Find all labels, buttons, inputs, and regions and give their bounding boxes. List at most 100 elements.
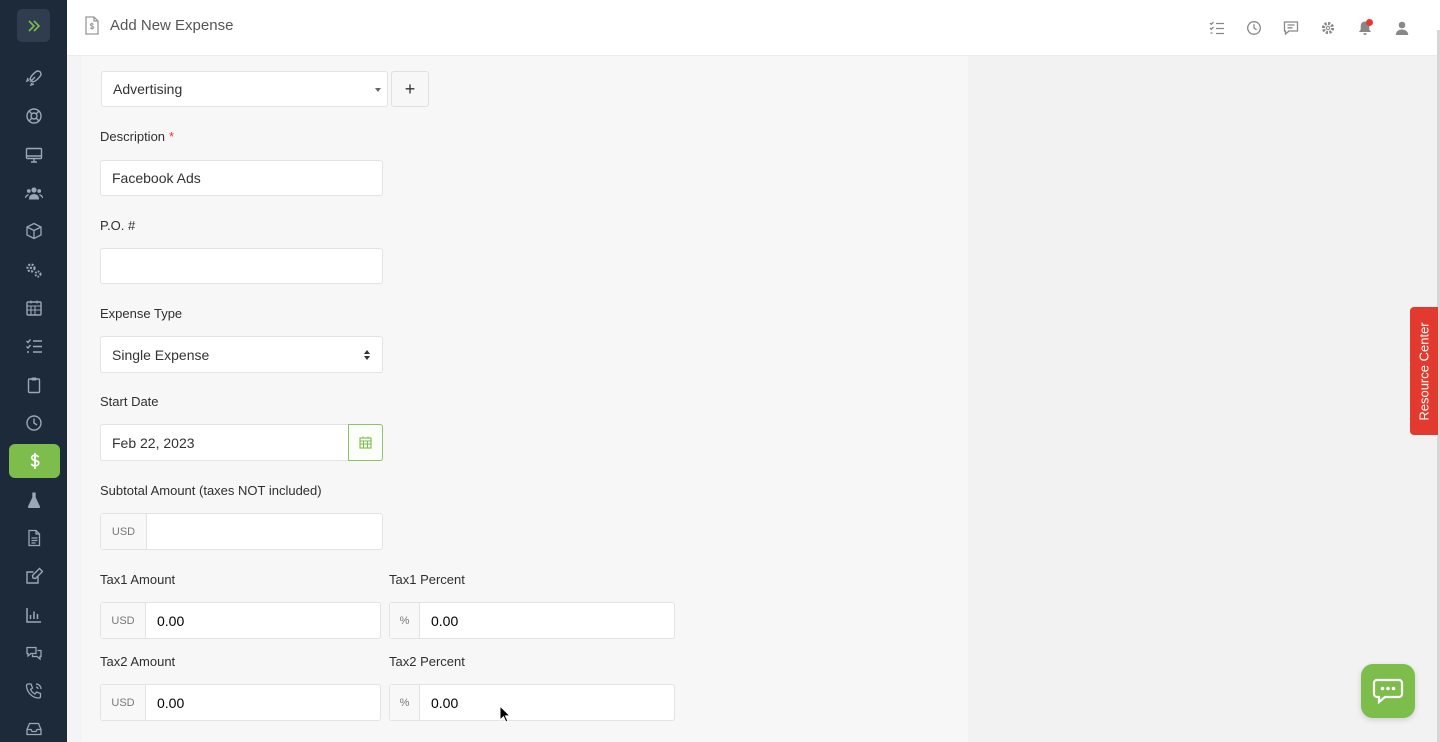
tax1-amount-input-group: USD [100, 602, 381, 639]
sidebar-item-lab[interactable] [17, 483, 50, 516]
tax2-amount-input[interactable] [157, 694, 380, 711]
lifebuoy-icon [25, 107, 42, 124]
sidebar-item-projects[interactable] [17, 368, 50, 401]
add-category-button[interactable]: + [391, 71, 429, 107]
tax2-percent-input-group: % [389, 684, 675, 721]
sort-arrows-icon [364, 350, 370, 360]
tax2-amount-input-group: USD [100, 684, 381, 721]
tax1-amount-input[interactable] [157, 612, 380, 629]
user-icon [1395, 21, 1408, 35]
expense-document-icon [85, 16, 99, 35]
tax1-percent-field[interactable] [420, 603, 674, 638]
expense-type-value: Single Expense [112, 346, 210, 363]
expense-form-panel [82, 56, 968, 742]
phone-icon [25, 682, 42, 699]
tax2-percent-label: Tax2 Percent [389, 654, 465, 669]
clock-icon [25, 414, 42, 431]
chat-bubbles-icon [25, 646, 42, 660]
profile-button[interactable] [1383, 18, 1420, 38]
edit-icon [25, 567, 43, 584]
tax1-amount-currency: USD [101, 603, 146, 638]
sidebar-item-calendar[interactable] [17, 291, 50, 324]
gears-icon [25, 262, 41, 277]
subtotal-currency: USD [101, 514, 147, 549]
po-label: P.O. # [100, 218, 136, 233]
sidebar-item-support[interactable] [17, 99, 50, 132]
category-select[interactable]: Advertising [101, 71, 388, 107]
tasks-icon [1209, 21, 1224, 35]
live-chat-button[interactable] [1361, 664, 1415, 718]
messages-button[interactable] [1272, 18, 1309, 38]
required-asterisk: * [169, 129, 175, 144]
subtotal-input-group: USD [100, 513, 383, 550]
sidebar-item-products[interactable] [17, 214, 50, 247]
sidebar [0, 0, 67, 742]
expense-type-select[interactable]: Single Expense [100, 336, 383, 373]
tax1-percent-input-group: % [389, 602, 675, 639]
tax1-percent-label: Tax1 Percent [389, 572, 465, 587]
sidebar-item-launch[interactable] [17, 61, 50, 94]
header-toolbar [1198, 18, 1420, 38]
start-date-field[interactable] [100, 424, 349, 461]
sidebar-item-settings[interactable] [17, 253, 50, 286]
subtotal-input[interactable] [158, 523, 382, 540]
settings-button[interactable] [1309, 18, 1346, 38]
page-title: Add New Expense [110, 17, 234, 34]
sidebar-item-time[interactable] [17, 406, 50, 439]
po-input[interactable] [112, 258, 382, 274]
sidebar-item-tasks[interactable] [17, 329, 50, 362]
tax2-percent-unit: % [390, 685, 420, 720]
subtotal-field[interactable] [147, 514, 382, 549]
date-picker-button[interactable] [348, 424, 383, 461]
sidebar-item-contracts[interactable] [17, 559, 50, 592]
page-title-group: Add New Expense [84, 16, 233, 35]
tax1-percent-input[interactable] [431, 612, 674, 629]
sidebar-item-dashboard[interactable] [17, 138, 50, 171]
clipboard-icon [27, 377, 40, 393]
sidebar-item-inbox[interactable] [17, 712, 50, 742]
sidebar-item-messages[interactable] [17, 636, 50, 669]
tax1-amount-field[interactable] [146, 603, 380, 638]
tax2-amount-field[interactable] [146, 685, 380, 720]
notification-badge [1366, 19, 1373, 26]
flask-icon [27, 492, 40, 508]
history-button[interactable] [1235, 18, 1272, 38]
tasks-icon [25, 338, 42, 353]
box-icon [25, 222, 42, 239]
document-icon [27, 529, 40, 546]
chat-icon [1283, 21, 1298, 36]
chat-icon [1372, 678, 1404, 705]
notifications-button[interactable] [1346, 18, 1383, 38]
clock-icon [1246, 21, 1261, 35]
chart-icon [25, 607, 41, 623]
monitor-icon [25, 147, 42, 163]
tax2-percent-input[interactable] [431, 694, 674, 711]
tasks-button[interactable] [1198, 18, 1235, 38]
sidebar-item-contacts[interactable] [17, 176, 50, 209]
top-header: Add New Expense [67, 0, 1440, 56]
chevrons-right-icon [27, 19, 40, 32]
users-icon [24, 186, 43, 199]
sidebar-item-reports[interactable] [17, 598, 50, 631]
start-date-label: Start Date [100, 394, 159, 409]
gear-icon [1321, 21, 1334, 35]
calendar-icon [359, 436, 372, 449]
description-field[interactable] [100, 160, 383, 196]
caret-down-icon [375, 88, 381, 92]
expense-type-label: Expense Type [100, 306, 183, 321]
subtotal-label: Subtotal Amount (taxes NOT included) [100, 483, 322, 498]
sidebar-item-expenses[interactable] [9, 444, 60, 478]
description-input[interactable] [112, 170, 382, 186]
sidebar-item-calls[interactable] [17, 674, 50, 707]
po-field[interactable] [100, 248, 383, 284]
start-date-input[interactable] [112, 434, 348, 451]
resource-center-tab[interactable]: Resource Center [1410, 307, 1438, 435]
tax1-amount-label: Tax1 Amount [100, 572, 176, 587]
calendar-icon [25, 300, 42, 316]
sidebar-item-documents[interactable] [17, 521, 50, 554]
rocket-icon [25, 69, 42, 86]
mouse-cursor-icon [499, 705, 511, 723]
sidebar-expand-button[interactable] [17, 9, 50, 42]
dollar-icon [29, 453, 40, 469]
tax2-percent-field[interactable] [420, 685, 674, 720]
